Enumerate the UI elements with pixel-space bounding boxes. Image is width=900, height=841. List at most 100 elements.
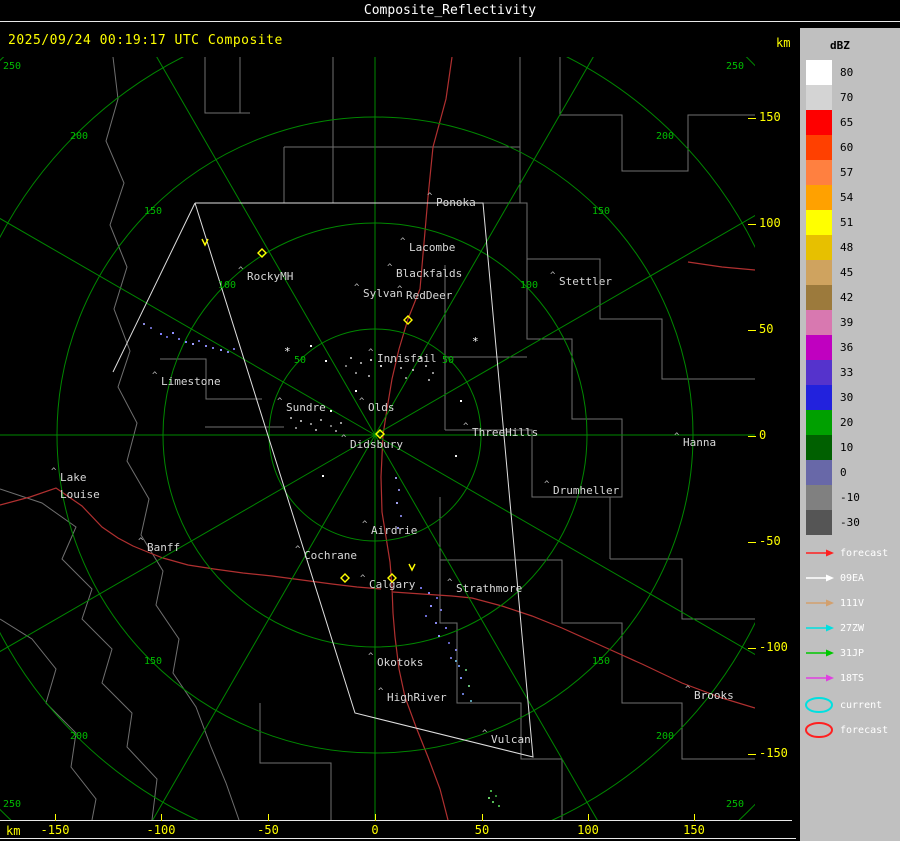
city-label: Lacombe	[409, 241, 455, 254]
city-marker-icon: ^	[544, 480, 550, 490]
county-boundary	[260, 703, 331, 820]
echo-pixel	[360, 362, 362, 364]
echo-pixel	[325, 360, 327, 362]
right-axis-label: 100	[759, 216, 799, 230]
echo-pixel	[425, 365, 427, 367]
echo-pixel	[227, 351, 229, 353]
range-label: 50	[294, 355, 306, 366]
bottom-axis-label: -150	[41, 823, 70, 837]
echo-pixel	[310, 345, 312, 347]
track-arrow-label: 18TS	[840, 673, 864, 684]
storm-ellipse-icon	[806, 723, 832, 737]
bottom-axis-label: -50	[257, 823, 279, 837]
title-bar: Composite_Reflectivity	[0, 0, 900, 22]
echo-pixel	[198, 340, 200, 342]
storm-ellipse-icon	[806, 698, 832, 712]
dbz-value-label: 0	[840, 460, 847, 485]
echo-pixel	[310, 423, 312, 425]
dbz-value-label: -30	[840, 510, 860, 535]
city-label: Didsbury	[350, 438, 403, 451]
city-marker-icon: ^	[427, 192, 433, 202]
echo-pixel	[420, 587, 422, 589]
city-marker-icon: ^	[550, 271, 556, 281]
city-marker-icon: ^	[238, 266, 244, 276]
city-label: Louise	[60, 488, 100, 501]
city-marker-icon: ^	[482, 729, 488, 739]
county-boundary	[560, 57, 755, 171]
bottom-axis-label: 100	[577, 823, 599, 837]
echo-pixel	[425, 615, 427, 617]
dbz-value-label: 20	[840, 410, 853, 435]
echo-pixel	[400, 515, 402, 517]
echo-pixel	[398, 489, 400, 491]
dbz-swatch	[806, 110, 832, 135]
echo-pixel	[355, 390, 357, 392]
range-label: 200	[70, 731, 88, 742]
track-arrow-label: 27ZW	[840, 623, 865, 634]
echo-pixel	[395, 477, 397, 479]
echo-pixel	[448, 642, 450, 644]
right-axis-label: 50	[759, 322, 799, 336]
city-label: Olds	[368, 401, 395, 414]
dbz-swatch	[806, 60, 832, 85]
echo-pixel	[315, 429, 317, 431]
county-boundary	[205, 57, 250, 113]
city-label: Ponoka	[436, 196, 476, 209]
dbz-swatch	[806, 185, 832, 210]
county-boundary	[0, 619, 96, 820]
county-boundary	[440, 560, 562, 820]
echo-pixel	[492, 801, 494, 803]
km-unit-top: km	[776, 36, 790, 50]
radial-line	[110, 435, 375, 820]
echo-pixel	[436, 597, 438, 599]
bottom-axis-tick	[161, 814, 162, 821]
city-marker-icon: ^	[152, 371, 158, 381]
city-label: Strathmore	[456, 582, 522, 595]
city-label: Banff	[147, 541, 180, 554]
bottom-axis-label: 0	[371, 823, 378, 837]
dbz-value-label: 54	[840, 185, 853, 210]
echo-pixel	[488, 797, 490, 799]
track-arrow-head	[826, 600, 834, 607]
echo-pixel	[345, 365, 347, 367]
site-arrow-icon	[409, 564, 415, 570]
dbz-swatch	[806, 510, 832, 535]
dbz-swatch	[806, 85, 832, 110]
range-label: 200	[656, 131, 674, 142]
echo-pixel	[295, 427, 297, 429]
echo-pixel	[143, 323, 145, 325]
axis-divider-line	[0, 820, 792, 821]
radial-line	[0, 170, 375, 435]
city-marker-icon: ^	[378, 687, 384, 697]
echo-pixel	[405, 377, 407, 379]
radar-site-icon	[341, 574, 349, 582]
echo-pixel	[370, 359, 372, 361]
right-axis-label: -100	[759, 640, 799, 654]
right-axis-tick	[748, 754, 756, 755]
city-label: Calgary	[369, 578, 416, 591]
bottom-axis-tick	[694, 814, 695, 821]
bottom-axis-label: -100	[147, 823, 176, 837]
city-marker-icon: ^	[362, 520, 368, 530]
echo-pixel	[400, 367, 402, 369]
echo-pixel	[450, 657, 452, 659]
colorbar-panel: dBZ 807065605754514845423936333020100-10…	[800, 28, 900, 841]
city-marker-icon: ^	[463, 422, 469, 432]
echo-pixel	[380, 365, 382, 367]
echo-pixel	[335, 430, 337, 432]
radar-map-canvas[interactable]: 2502001501005050100150200250150200250150…	[0, 57, 755, 820]
city-label: RedDeer	[406, 289, 453, 302]
dbz-value-label: 70	[840, 85, 853, 110]
echo-pixel	[172, 332, 174, 334]
track-arrow-label: 09EA	[840, 573, 864, 584]
echo-pixel	[166, 336, 168, 338]
echo-pixel	[192, 343, 194, 345]
range-label: 150	[592, 656, 610, 667]
county-boundary	[483, 203, 755, 379]
bottom-axis-label: 150	[683, 823, 705, 837]
dbz-swatch	[806, 485, 832, 510]
storm-ellipse-label: current	[840, 700, 882, 711]
city-label: Stettler	[559, 275, 612, 288]
city-label: HighRiver	[387, 691, 447, 704]
city-label: Airdrie	[371, 524, 417, 537]
